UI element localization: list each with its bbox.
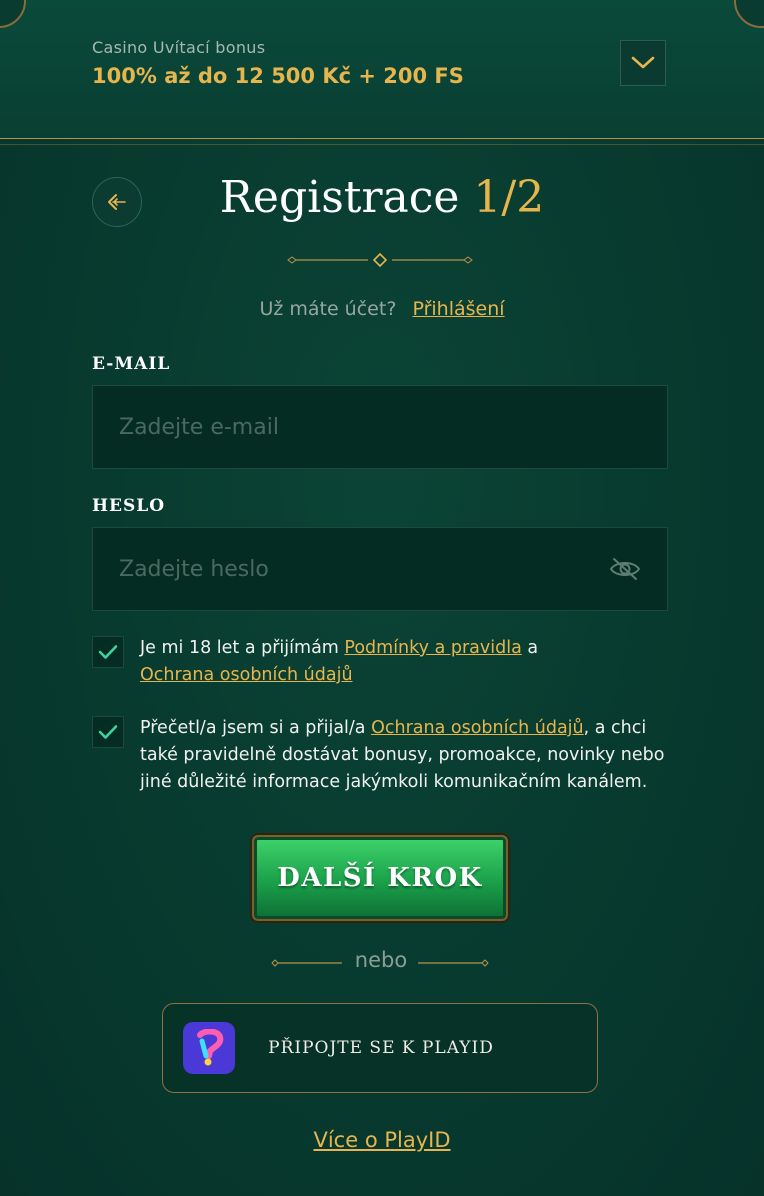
password-placeholder: Zadejte heslo (119, 556, 269, 582)
or-divider: nebo (270, 948, 492, 976)
corner-ornament-right[interactable] (734, 0, 764, 28)
email-field[interactable]: Zadejte e-mail (92, 385, 668, 469)
login-prompt: Už máte účet? Přihlášení (0, 298, 764, 320)
or-text: nebo (354, 948, 408, 972)
playid-label: PŘIPOJTE SE K PLAYID (268, 1038, 494, 1058)
terms-link[interactable]: Podmínky a pravidla (344, 638, 521, 658)
privacy-link[interactable]: Ochrana osobních údajů (140, 665, 353, 685)
terms-text-mid: a (521, 638, 539, 658)
email-label: E-MAIL (92, 354, 171, 374)
welcome-bonus-bar: Casino Uvítací bonus 100% až do 12 500 K… (0, 0, 764, 145)
marketing-consent-text: Přečetl/a jsem si a přijal/a Ochrana oso… (140, 715, 680, 796)
marketing-text-start: Přečetl/a jsem si a přijal/a (140, 718, 372, 738)
marketing-checkbox[interactable] (92, 716, 124, 748)
bonus-label: Casino Uvítací bonus (92, 38, 266, 57)
marketing-privacy-link[interactable]: Ochrana osobních údajů (371, 718, 584, 738)
login-link[interactable]: Přihlášení (412, 298, 504, 320)
checkmark-icon (98, 645, 118, 659)
checkmark-icon (98, 725, 118, 739)
terms-consent-text: Je mi 18 let a přijímám Podmínky a pravi… (140, 635, 680, 689)
password-label: HESLO (92, 496, 166, 516)
bonus-value: 100% až do 12 500 Kč + 200 FS (92, 64, 464, 88)
next-step-button[interactable]: DALŠÍ KROK (252, 835, 508, 921)
chevron-down-icon (631, 56, 655, 69)
page-title: Registrace 1/2 (0, 172, 764, 223)
login-question: Už máte účet? (259, 298, 397, 320)
bonus-dropdown-button[interactable] (620, 40, 666, 86)
step-indicator: 1/2 (473, 172, 545, 223)
playid-connect-button[interactable]: PŘIPOJTE SE K PLAYID (162, 1003, 598, 1093)
corner-ornament-left (0, 0, 26, 28)
password-field[interactable]: Zadejte heslo (92, 527, 668, 611)
eye-off-icon[interactable] (609, 556, 641, 582)
terms-checkbox[interactable] (92, 636, 124, 668)
more-about-playid-link[interactable]: Více o PlayID (0, 1128, 764, 1152)
ornament-divider (287, 252, 473, 268)
terms-text-start: Je mi 18 let a přijímám (140, 638, 345, 658)
title-text: Registrace (219, 172, 460, 223)
email-placeholder: Zadejte e-mail (119, 414, 279, 440)
